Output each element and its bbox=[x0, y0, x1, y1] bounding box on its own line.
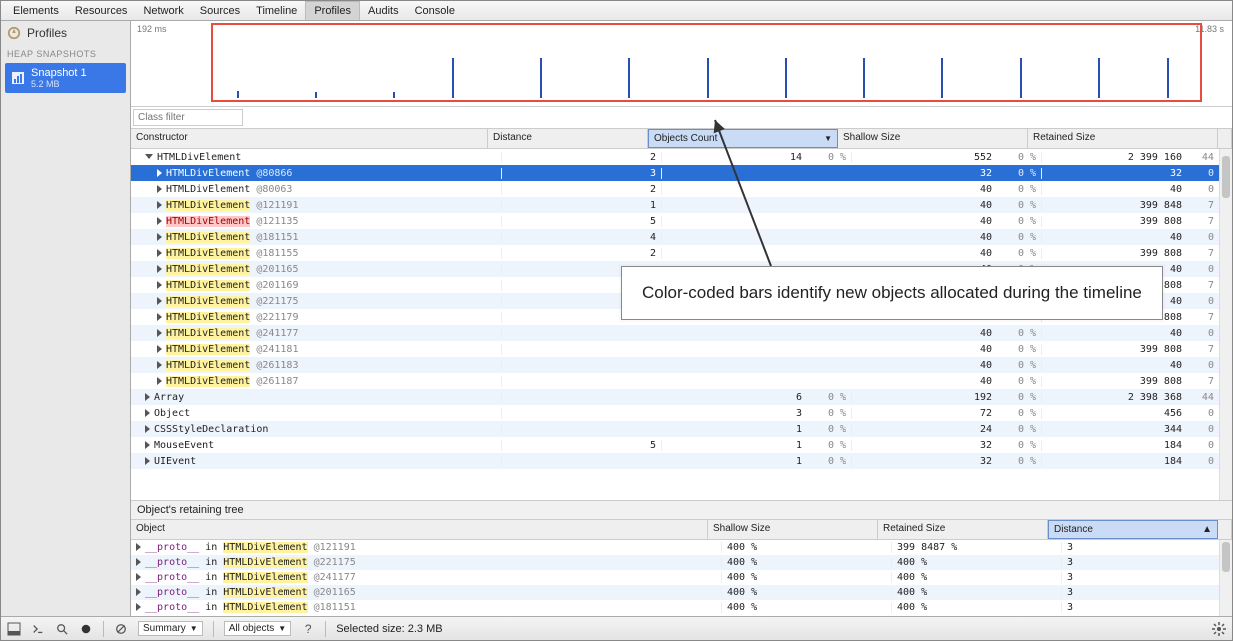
record-icon[interactable] bbox=[79, 622, 93, 636]
table-row[interactable]: HTMLDivElement @261187400 %399 8087 % bbox=[131, 373, 1232, 389]
tab-profiles[interactable]: Profiles bbox=[305, 1, 360, 20]
rcol-distance[interactable]: Distance▲ bbox=[1048, 520, 1218, 539]
help-icon[interactable]: ? bbox=[301, 622, 315, 636]
selected-size-label: Selected size: 2.3 MB bbox=[336, 623, 442, 635]
sidebar-title-text: Profiles bbox=[27, 26, 67, 40]
sidebar-section-heap: HEAP SNAPSHOTS bbox=[1, 45, 130, 63]
tab-elements[interactable]: Elements bbox=[5, 2, 67, 20]
table-row[interactable]: Array60 %1920 %2 398 36844 % bbox=[131, 389, 1232, 405]
clear-icon[interactable] bbox=[114, 622, 128, 636]
class-filter-input[interactable] bbox=[133, 109, 243, 126]
col-retained-size[interactable]: Retained Size bbox=[1028, 129, 1218, 148]
devtools-tabbar: Elements Resources Network Sources Timel… bbox=[1, 1, 1232, 21]
allocation-timeline[interactable]: 192 ms 11.83 s bbox=[131, 21, 1232, 107]
table-row[interactable]: UIEvent10 %320 %1840 % bbox=[131, 453, 1232, 469]
status-bar: Summary▼ All objects▼ ? Selected size: 2… bbox=[1, 616, 1232, 640]
tab-audits[interactable]: Audits bbox=[360, 2, 407, 20]
snapshot-size: 5.2 MB bbox=[31, 79, 87, 89]
search-icon[interactable] bbox=[55, 622, 69, 636]
rcol-shallow[interactable]: Shallow Size bbox=[708, 520, 878, 539]
heap-table-header: Constructor Distance Objects Count▼ Shal… bbox=[131, 129, 1232, 149]
tab-resources[interactable]: Resources bbox=[67, 2, 136, 20]
snapshot-name: Snapshot 1 bbox=[31, 67, 87, 79]
scope-select[interactable]: All objects▼ bbox=[224, 621, 292, 636]
rcol-retained[interactable]: Retained Size bbox=[878, 520, 1048, 539]
table-row[interactable]: CSSStyleDeclaration10 %240 %3440 % bbox=[131, 421, 1232, 437]
table-row[interactable]: HTMLDivElement @800632400 %400 % bbox=[131, 181, 1232, 197]
table-row[interactable]: HTMLDivElement2140 %5520 %2 399 16044 % bbox=[131, 149, 1232, 165]
timeline-start-label: 192 ms bbox=[137, 24, 167, 34]
profiles-sidebar: Profiles HEAP SNAPSHOTS Snapshot 1 5.2 M… bbox=[1, 21, 131, 616]
col-distance[interactable]: Distance bbox=[488, 129, 648, 148]
annotation-arrow bbox=[711, 116, 811, 271]
table-row[interactable]: HTMLDivElement @241177400 %400 % bbox=[131, 325, 1232, 341]
content-pane: 192 ms 11.83 s bbox=[131, 21, 1232, 616]
retaining-row[interactable]: __proto__ in HTMLDivElement @181151400 %… bbox=[131, 600, 1232, 615]
sort-desc-icon: ▼ bbox=[824, 134, 832, 143]
retaining-row[interactable]: __proto__ in HTMLDivElement @221175400 %… bbox=[131, 555, 1232, 570]
sidebar-title: Profiles bbox=[1, 21, 130, 45]
table-row[interactable]: HTMLDivElement @261183400 %400 % bbox=[131, 357, 1232, 373]
retaining-row[interactable]: __proto__ in HTMLDivElement @241177400 %… bbox=[131, 570, 1232, 585]
tab-timeline[interactable]: Timeline bbox=[248, 2, 305, 20]
heap-table-body[interactable]: HTMLDivElement2140 %5520 %2 399 16044 %H… bbox=[131, 149, 1232, 500]
class-filter-row bbox=[131, 107, 1232, 129]
gear-icon[interactable] bbox=[1212, 622, 1226, 636]
col-shallow-size[interactable]: Shallow Size bbox=[838, 129, 1028, 148]
tab-network[interactable]: Network bbox=[135, 2, 191, 20]
rcol-object[interactable]: Object bbox=[131, 520, 708, 539]
chevron-down-icon: ▼ bbox=[190, 624, 198, 633]
console-toggle-icon[interactable] bbox=[31, 622, 45, 636]
retaining-row[interactable]: __proto__ in HTMLDivElement @201165400 %… bbox=[131, 585, 1232, 600]
sort-asc-icon: ▲ bbox=[1202, 524, 1212, 535]
table-row[interactable]: Object30 %720 %4560 % bbox=[131, 405, 1232, 421]
tab-sources[interactable]: Sources bbox=[192, 2, 248, 20]
retaining-tree-body[interactable]: __proto__ in HTMLDivElement @121191400 %… bbox=[131, 540, 1232, 616]
chevron-down-icon: ▼ bbox=[278, 624, 286, 633]
tab-console[interactable]: Console bbox=[407, 2, 463, 20]
table-row[interactable]: HTMLDivElement @808663320 %320 % bbox=[131, 165, 1232, 181]
retaining-tree-title: Object's retaining tree bbox=[131, 500, 1232, 520]
dock-icon[interactable] bbox=[7, 622, 21, 636]
table-row[interactable]: HTMLDivElement @1211911400 %399 8487 % bbox=[131, 197, 1232, 213]
retaining-tree-header: Object Shallow Size Retained Size Distan… bbox=[131, 520, 1232, 540]
profiles-icon bbox=[7, 26, 21, 40]
snapshot-icon bbox=[11, 71, 25, 85]
table-row[interactable]: HTMLDivElement @241181400 %399 8087 % bbox=[131, 341, 1232, 357]
view-select[interactable]: Summary▼ bbox=[138, 621, 203, 636]
table-row[interactable]: HTMLDivElement @1811514400 %400 % bbox=[131, 229, 1232, 245]
annotation-box: Color-coded bars identify new objects al… bbox=[621, 266, 1163, 320]
timeline-bars bbox=[217, 41, 1196, 98]
sidebar-item-snapshot[interactable]: Snapshot 1 5.2 MB bbox=[5, 63, 126, 93]
col-constructor[interactable]: Constructor bbox=[131, 129, 488, 148]
table-row[interactable]: MouseEvent510 %320 %1840 % bbox=[131, 437, 1232, 453]
table-row[interactable]: HTMLDivElement @1811552400 %399 8087 % bbox=[131, 245, 1232, 261]
retaining-row[interactable]: __proto__ in HTMLDivElement @121191400 %… bbox=[131, 540, 1232, 555]
table-row[interactable]: HTMLDivElement @1211355400 %399 8087 % bbox=[131, 213, 1232, 229]
